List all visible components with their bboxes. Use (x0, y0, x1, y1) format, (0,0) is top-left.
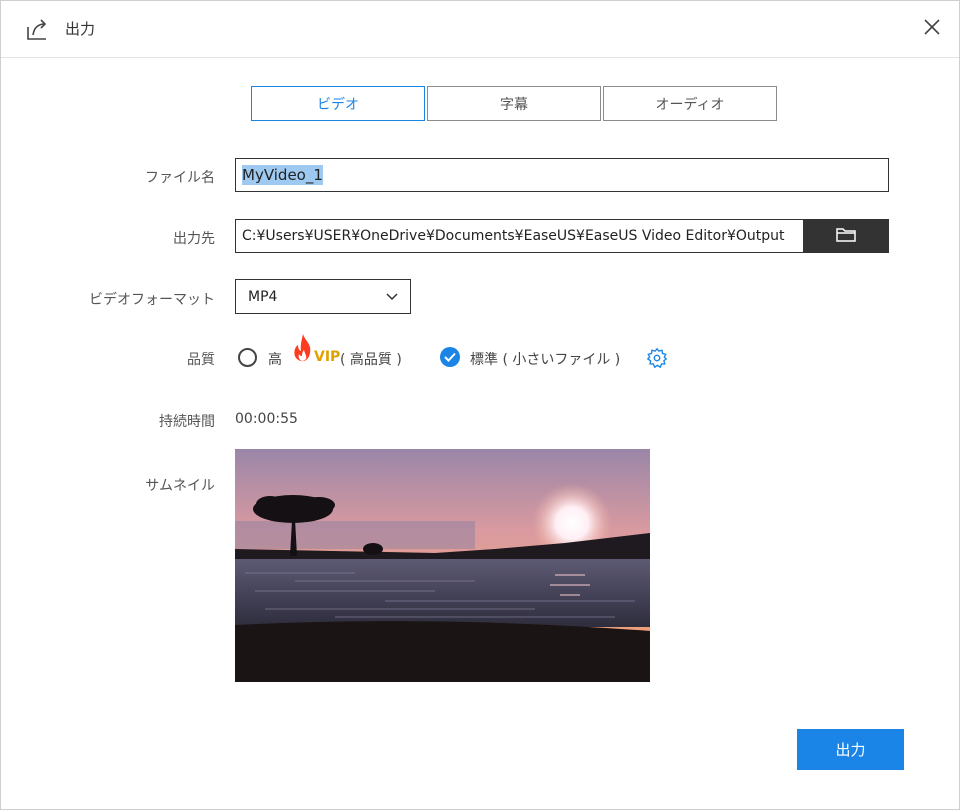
tab-audio[interactable]: オーディオ (603, 86, 777, 121)
thumbnail-image (235, 449, 650, 682)
vip-badge: VIP (314, 349, 341, 365)
close-icon (923, 18, 941, 40)
export-dialog: 出力 ビデオ 字幕 オーディオ ファイル名 MyVideo_1 出力先 C:¥U… (0, 0, 960, 810)
tab-video[interactable]: ビデオ (251, 86, 425, 121)
filename-input[interactable]: MyVideo_1 (235, 158, 889, 192)
filename-value: MyVideo_1 (242, 165, 323, 185)
tab-subtitles[interactable]: 字幕 (427, 86, 601, 121)
quality-options: 高 VIP ( 高品質 ) 標準 ( 小さいファイル ) (237, 334, 697, 375)
output-path-label: 出力先 (173, 231, 215, 247)
quality-high-label: 高 (268, 352, 282, 368)
format-select[interactable]: MP4 (235, 279, 411, 314)
fire-icon (291, 333, 315, 367)
output-path-input[interactable]: C:¥Users¥USER¥OneDrive¥Documents¥EaseUS¥… (235, 219, 803, 253)
filename-label: ファイル名 (145, 170, 215, 186)
dialog-title: 出力 (65, 20, 96, 38)
quality-label: 品質 (187, 352, 215, 368)
chevron-down-icon (386, 289, 398, 305)
duration-value: 00:00:55 (235, 411, 298, 427)
tab-bar: ビデオ 字幕 オーディオ (251, 86, 779, 121)
duration-label: 持続時間 (159, 414, 215, 430)
title-bar: 出力 (1, 1, 959, 58)
folder-icon (835, 225, 857, 247)
browse-folder-button[interactable] (803, 219, 889, 253)
close-button[interactable] (917, 14, 947, 44)
export-button[interactable]: 出力 (797, 729, 904, 770)
quality-high-description: ( 高品質 ) (340, 352, 402, 368)
quality-standard-radio[interactable] (440, 347, 460, 367)
format-label: ビデオフォーマット (89, 292, 215, 308)
gear-icon[interactable] (646, 347, 668, 369)
quality-high-radio[interactable] (238, 348, 257, 367)
export-icon (24, 15, 52, 43)
format-value: MP4 (248, 288, 278, 305)
quality-standard-label: 標準 ( 小さいファイル ) (470, 352, 621, 368)
thumbnail-label: サムネイル (145, 478, 215, 494)
